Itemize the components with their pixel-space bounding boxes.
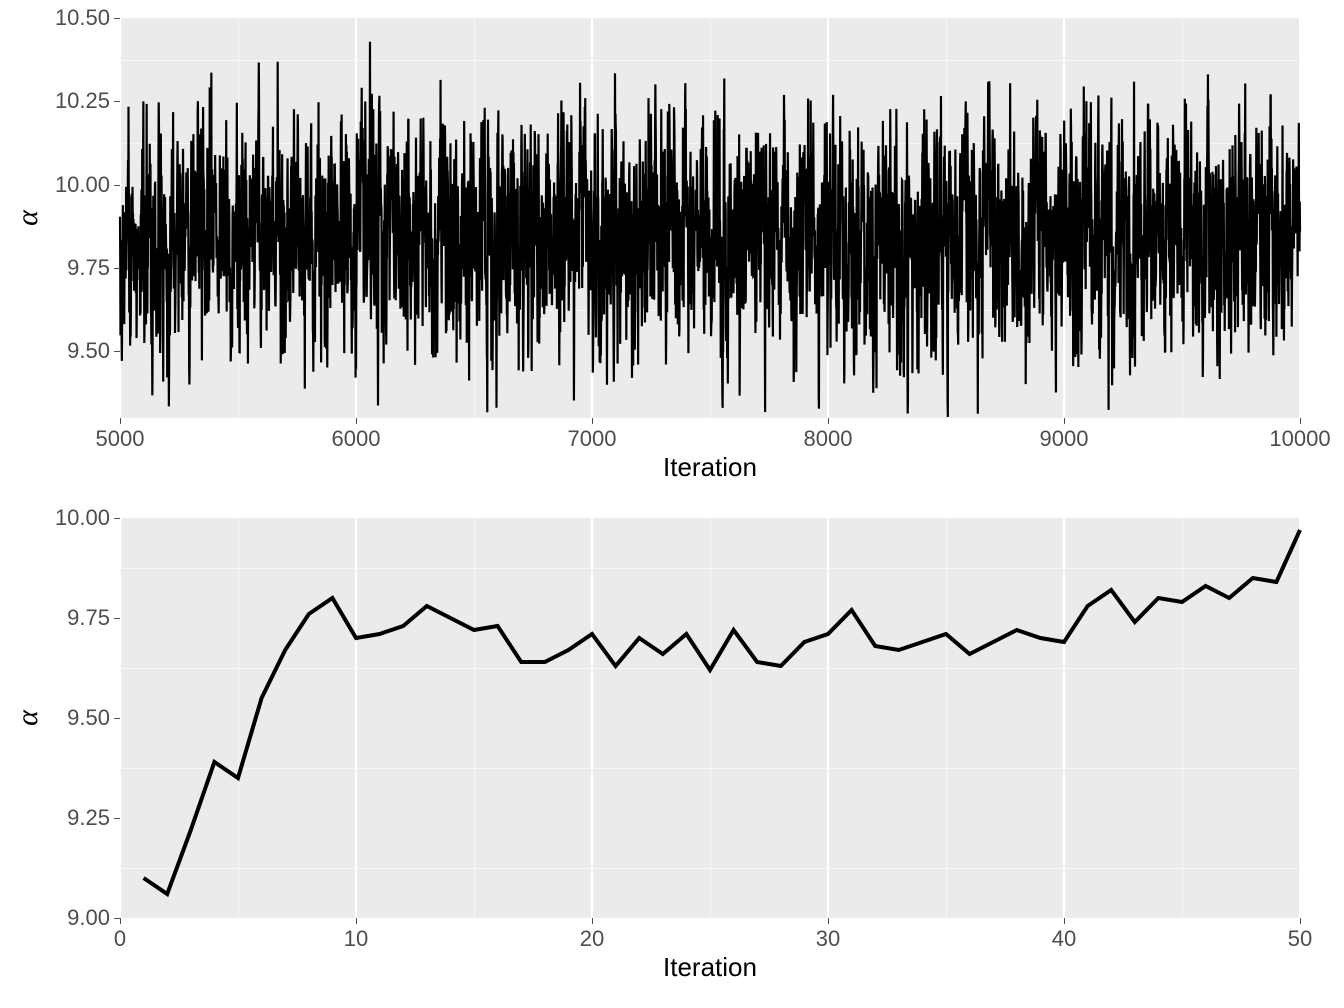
tick-x <box>356 418 357 424</box>
tick-y <box>114 518 120 519</box>
tick-label-y: 10.00 <box>55 172 110 198</box>
tick-y <box>114 718 120 719</box>
tick-x <box>120 418 121 424</box>
tick-label-x: 0 <box>114 926 126 952</box>
x-axis-title-bottom: Iteration <box>663 952 757 983</box>
plot-area-top <box>120 18 1300 418</box>
tick-x <box>1300 918 1301 924</box>
tick-label-x: 10000 <box>1269 426 1330 452</box>
tick-label-x: 40 <box>1052 926 1076 952</box>
tick-label-y: 9.75 <box>67 255 110 281</box>
tick-label-y: 10.00 <box>55 505 110 531</box>
tick-label-y: 9.50 <box>67 705 110 731</box>
tick-label-x: 20 <box>580 926 604 952</box>
tick-y <box>114 351 120 352</box>
tick-x <box>1300 418 1301 424</box>
tick-x <box>592 918 593 924</box>
tick-x <box>356 918 357 924</box>
tick-x <box>828 418 829 424</box>
tick-label-x: 9000 <box>1040 426 1089 452</box>
y-axis-title-bottom: α <box>11 710 45 726</box>
x-axis-title-top: Iteration <box>663 452 757 483</box>
trace-line-top <box>120 18 1300 418</box>
tick-label-x: 7000 <box>568 426 617 452</box>
trace-plot-bottom: α Iteration 9.00 9.25 9.50 9.75 10.00 0 10 20 30… <box>0 500 1344 1008</box>
tick-label-x: 6000 <box>332 426 381 452</box>
trace-line-bottom <box>120 518 1300 918</box>
tick-y <box>114 618 120 619</box>
tick-y <box>114 101 120 102</box>
tick-y <box>114 268 120 269</box>
tick-label-x: 50 <box>1288 926 1312 952</box>
tick-x <box>120 918 121 924</box>
tick-x <box>1064 918 1065 924</box>
figure: α Iteration 9.50 9.75 10.00 10.25 10.50 5000 6… <box>0 0 1344 1008</box>
tick-x <box>1064 418 1065 424</box>
tick-y <box>114 185 120 186</box>
trace-plot-top: α Iteration 9.50 9.75 10.00 10.25 10.50 5000 6… <box>0 0 1344 500</box>
tick-label-x: 8000 <box>804 426 853 452</box>
tick-label-x: 5000 <box>96 426 145 452</box>
tick-label-x: 10 <box>344 926 368 952</box>
tick-y <box>114 18 120 19</box>
tick-label-x: 30 <box>816 926 840 952</box>
tick-y <box>114 818 120 819</box>
tick-x <box>828 918 829 924</box>
y-axis-title-top: α <box>11 210 45 226</box>
tick-label-y: 10.50 <box>55 5 110 31</box>
plot-area-bottom <box>120 518 1300 918</box>
tick-label-y: 9.50 <box>67 338 110 364</box>
tick-label-y: 10.25 <box>55 88 110 114</box>
tick-label-y: 9.75 <box>67 605 110 631</box>
tick-label-y: 9.00 <box>67 905 110 931</box>
tick-x <box>592 418 593 424</box>
tick-label-y: 9.25 <box>67 805 110 831</box>
